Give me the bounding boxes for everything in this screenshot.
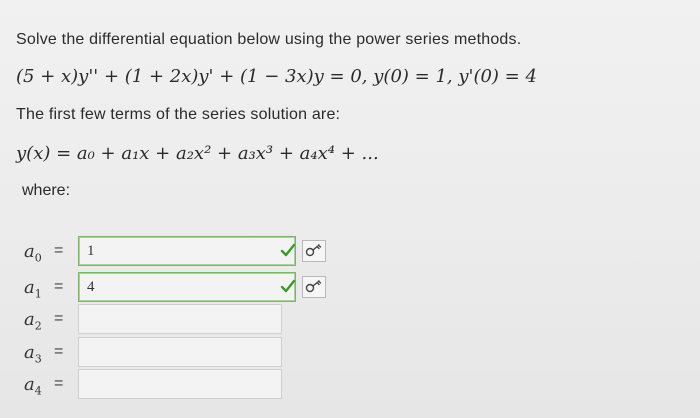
answer-input-a0[interactable]: 1 <box>78 236 296 266</box>
equals-sign: = <box>54 278 64 295</box>
series-expression: y(x) = a₀ + a₁x + a₂x² + a₃x³ + a₄x⁴ + .… <box>16 143 379 164</box>
equals-sign: = <box>54 375 64 392</box>
answer-input-a4[interactable] <box>78 369 282 399</box>
key-glyph-icon <box>305 244 322 257</box>
coefficient-row-a2: a2 = <box>0 304 700 338</box>
coefficient-symbol: a <box>24 241 35 262</box>
answer-input-a1[interactable]: 4 <box>78 272 296 302</box>
coefficient-row-a3: a3 = <box>0 337 700 371</box>
coefficient-label: a2 <box>24 309 42 333</box>
answer-input-a3[interactable] <box>78 337 282 367</box>
coefficient-label: a1 <box>24 277 42 301</box>
coefficient-row-a4: a4 = <box>0 369 700 403</box>
coefficient-subscript: 4 <box>34 384 42 398</box>
coefficient-subscript: 0 <box>34 251 42 265</box>
check-icon <box>280 279 296 293</box>
coefficient-label: a4 <box>24 374 42 398</box>
coefficient-subscript: 1 <box>34 287 42 301</box>
question-prompt: Solve the differential equation below us… <box>16 31 522 48</box>
equals-sign: = <box>54 310 64 327</box>
coefficient-symbol: a <box>24 309 35 330</box>
coefficient-label: a3 <box>24 342 42 366</box>
equals-sign: = <box>54 242 64 259</box>
coefficient-label: a0 <box>24 241 42 265</box>
series-intro: The first few terms of the series soluti… <box>16 106 341 123</box>
where-label: where: <box>22 182 71 199</box>
answer-input-a2[interactable] <box>78 304 282 334</box>
coefficient-row-a0: a0 = 1 <box>0 236 700 270</box>
key-glyph-icon <box>305 280 322 293</box>
coefficient-symbol: a <box>24 342 35 363</box>
key-icon[interactable] <box>302 240 326 262</box>
key-icon[interactable] <box>302 276 326 298</box>
differential-equation: (5 + x)y'' + (1 + 2x)y' + (1 − 3x)y = 0,… <box>16 66 537 87</box>
coefficient-row-a1: a1 = 4 <box>0 272 700 306</box>
coefficient-subscript: 3 <box>34 352 42 366</box>
equals-sign: = <box>54 343 64 360</box>
coefficient-subscript: 2 <box>34 319 42 333</box>
coefficient-symbol: a <box>24 374 35 395</box>
question-panel: Solve the differential equation below us… <box>0 0 700 418</box>
coefficient-symbol: a <box>24 277 35 298</box>
check-icon <box>280 243 296 257</box>
